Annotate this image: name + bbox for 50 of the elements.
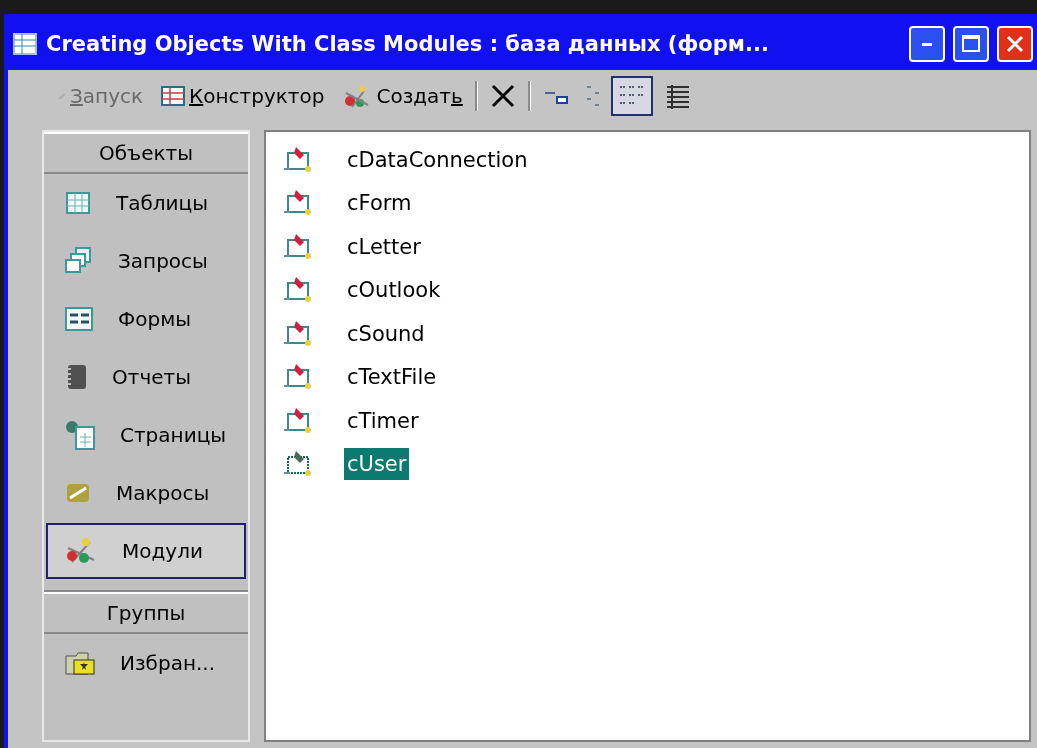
- module-name[interactable]: cDataConnection: [344, 143, 531, 176]
- minimize-button[interactable]: [909, 26, 945, 62]
- form-icon: [64, 306, 94, 332]
- page-icon: [64, 419, 96, 451]
- group-header[interactable]: Объекты: [44, 132, 248, 174]
- window-title: Creating Objects With Class Modules : база данных (форм...: [46, 32, 770, 56]
- module-name[interactable]: cForm: [344, 187, 415, 220]
- object-type-label: Страницы: [120, 423, 227, 447]
- object-type-item[interactable]: Запросы: [46, 233, 246, 289]
- module-name[interactable]: cOutlook: [344, 274, 444, 307]
- module-name[interactable]: cTextFile: [344, 361, 440, 394]
- table-icon: [64, 190, 92, 216]
- table-design-icon: [161, 85, 186, 107]
- maximize-button[interactable]: [953, 26, 989, 62]
- class-module-icon: [282, 405, 314, 436]
- object-type-item[interactable]: Таблицы: [46, 175, 246, 231]
- new-button[interactable]: Создать: [336, 76, 469, 116]
- object-type-label: Модули: [122, 539, 203, 563]
- minimize-icon: [922, 42, 932, 46]
- module-name[interactable]: cUser: [344, 448, 410, 481]
- maximize-icon: [961, 34, 981, 54]
- object-type-item[interactable]: Макросы: [46, 465, 246, 521]
- group-header[interactable]: Группы: [44, 592, 248, 634]
- close-icon: [1005, 34, 1025, 54]
- database-window-icon: [12, 32, 38, 56]
- details-view-icon: [664, 83, 691, 109]
- design-button[interactable]: Конструктор: [155, 76, 331, 116]
- class-module-icon: [282, 231, 314, 262]
- object-type-item[interactable]: Страницы: [46, 407, 246, 463]
- class-module-icon: [282, 144, 314, 175]
- object-type-label: Формы: [118, 307, 192, 331]
- object-type-item[interactable]: Отчеты: [46, 349, 246, 405]
- object-type-label: Отчеты: [112, 365, 191, 389]
- object-type-label: Макросы: [116, 481, 210, 505]
- object-type-label: Избран...: [120, 651, 216, 675]
- object-type-label: Таблицы: [116, 191, 208, 215]
- class-module-icon: [282, 318, 314, 349]
- query-icon: [64, 246, 94, 276]
- object-type-item[interactable]: Формы: [46, 291, 246, 347]
- close-button[interactable]: [997, 26, 1033, 62]
- list-button[interactable]: [610, 76, 653, 116]
- favorites-folder-icon: [64, 650, 96, 676]
- module-name[interactable]: cTimer: [344, 404, 422, 437]
- object-type-item[interactable]: Модули: [46, 523, 246, 579]
- object-type-label: Запросы: [118, 249, 208, 273]
- delete-icon: [489, 83, 516, 109]
- module-name[interactable]: cLetter: [344, 230, 424, 263]
- module-name[interactable]: cSound: [344, 317, 428, 350]
- small-icons-icon: [586, 86, 599, 106]
- object-type-item[interactable]: Избран...: [46, 635, 246, 691]
